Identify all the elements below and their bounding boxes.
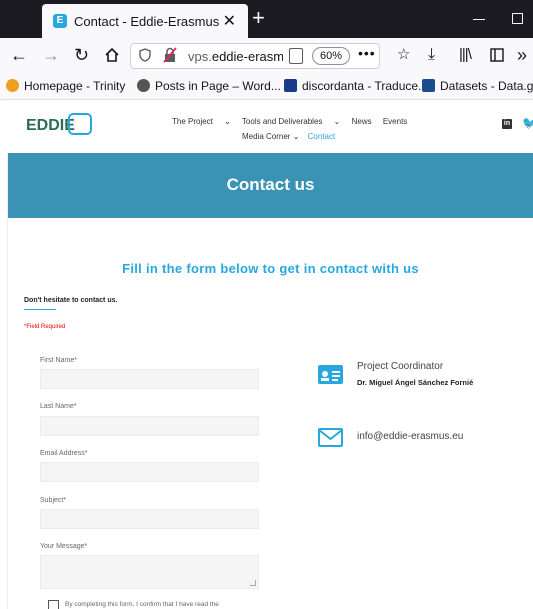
wordpress-icon [137, 79, 150, 92]
consent-label: By completing this form, I confirm that … [65, 601, 219, 608]
datagov-icon [422, 79, 435, 92]
eddie-favicon-icon: E [53, 14, 67, 28]
main-nav: The Project ⌄ Tools and Deliverables ⌄ N… [172, 117, 416, 126]
linkedin-icon[interactable]: in [502, 119, 512, 129]
nav-media[interactable]: Media Corner ⌄ [242, 132, 299, 141]
main-nav-row2: Media Corner ⌄ Contact [242, 132, 335, 141]
subject-label: Subject* [40, 497, 67, 504]
divider [24, 309, 56, 310]
contact-email[interactable]: info@eddie-erasmus.eu [357, 431, 463, 442]
id-card-icon [318, 365, 343, 384]
last-name-field[interactable] [40, 416, 259, 436]
tab-title: Contact - Eddie-Erasmus [74, 14, 220, 29]
url-text: vps.eddie-erasmus. [188, 49, 283, 64]
minimize-icon[interactable] [473, 19, 485, 20]
bookmark-item[interactable]: discordanta - Traduce... [284, 79, 428, 93]
twitter-icon[interactable]: 🐦 [522, 116, 533, 130]
dictionary-icon [284, 79, 297, 92]
reader-view-icon[interactable] [289, 48, 303, 64]
page-title: Contact us [226, 175, 315, 194]
mail-icon [318, 428, 343, 447]
form-heading: Fill in the form below to get in contact… [122, 261, 419, 276]
page-left-margin [0, 100, 8, 609]
email-label: Email Address* [40, 450, 88, 457]
coordinator-name: Dr. Miguel Ángel Sánchez Fornié [357, 378, 474, 387]
required-note: *Field Required [24, 324, 66, 330]
zoom-level[interactable]: 60% [312, 47, 350, 65]
nav-events[interactable]: Events [383, 117, 407, 126]
bookmark-star-icon[interactable]: ☆ [397, 44, 410, 66]
close-tab-icon[interactable]: ✕ [223, 11, 236, 31]
back-icon[interactable]: ← [10, 44, 28, 66]
nav-project[interactable]: The Project ⌄ [172, 117, 231, 126]
downloads-icon[interactable]: ⤓ [428, 44, 435, 66]
url-bar[interactable]: vps.eddie-erasmus. 60% ••• [130, 43, 380, 69]
coordinator-role: Project Coordinator [357, 361, 444, 372]
svg-text:EDDIE: EDDIE [26, 117, 75, 134]
home-icon[interactable] [104, 44, 120, 68]
page-banner: Contact us [8, 153, 533, 218]
page-actions-icon[interactable]: ••• [358, 45, 376, 61]
consent-checkbox[interactable] [48, 600, 59, 609]
maximize-icon[interactable] [512, 13, 523, 24]
message-label: Your Message* [40, 543, 88, 550]
library-icon[interactable]: |||\ [459, 44, 472, 66]
sidebar-icon[interactable] [490, 44, 504, 67]
form-subheading: Don't hesitate to contact us. [24, 297, 118, 304]
first-name-label: First Name* [40, 357, 77, 364]
resize-handle-icon[interactable] [250, 580, 256, 586]
bookmarks-bar: Homepage - Trinity Posts in Page – Word.… [0, 74, 533, 100]
eddie-logo[interactable]: EDDIE [24, 113, 102, 135]
reload-icon[interactable]: ↻ [74, 44, 89, 66]
email-field[interactable] [40, 462, 259, 482]
nav-news[interactable]: News [352, 117, 372, 126]
new-tab-icon[interactable]: + [252, 5, 265, 31]
insecure-lock-icon[interactable] [163, 47, 177, 63]
tab-strip: E Contact - Eddie-Erasmus ✕ + [0, 0, 533, 38]
overflow-chevron-icon[interactable]: » [517, 44, 527, 66]
last-name-label: Last Name* [40, 403, 77, 410]
forward-icon[interactable]: → [42, 44, 60, 66]
message-field[interactable] [40, 555, 259, 589]
subject-field[interactable] [40, 509, 259, 529]
nav-contact[interactable]: Contact [308, 132, 336, 141]
bookmark-item[interactable]: Homepage - Trinity [6, 79, 125, 93]
tracking-shield-icon[interactable] [139, 48, 151, 65]
bookmark-item[interactable]: Posts in Page – Word... [137, 79, 281, 93]
trinity-icon [6, 79, 19, 92]
first-name-field[interactable] [40, 369, 259, 389]
bookmark-item[interactable]: Datasets - Data.gov [422, 79, 533, 93]
site-header: EDDIE The Project ⌄ Tools and Deliverabl… [0, 101, 533, 153]
browser-tab[interactable]: E Contact - Eddie-Erasmus ✕ [42, 4, 248, 38]
nav-tools[interactable]: Tools and Deliverables ⌄ [242, 117, 340, 126]
nav-toolbar: ← → ↻ vps.eddie-erasmus. 60% ••• ☆ ⤓ |||… [0, 38, 533, 74]
